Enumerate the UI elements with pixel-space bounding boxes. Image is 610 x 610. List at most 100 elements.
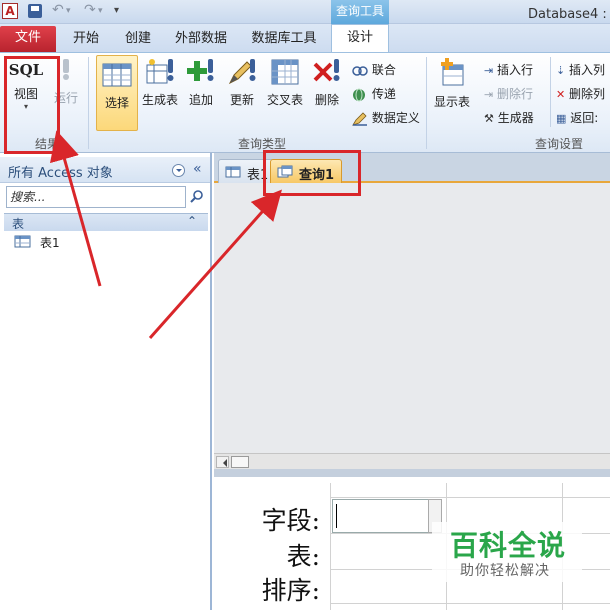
scroll-left-icon[interactable]: [216, 456, 229, 468]
customize-quick-access-icon[interactable]: ▾: [114, 5, 119, 16]
title-bar: A ↶ ▾ ↷ ▾ ▾ 查询工具 Database4 : 数: [0, 0, 610, 24]
field-cell-input[interactable]: [332, 499, 430, 533]
builder-button[interactable]: ⚒ 生成器: [484, 109, 534, 126]
select-query-button[interactable]: 选择: [96, 55, 138, 131]
table-icon: [225, 166, 241, 178]
query-tools-context-label: 查询工具: [331, 0, 389, 24]
annotation-box-view: [4, 56, 60, 154]
delete-rows-label: 删除行: [497, 87, 534, 101]
ribbon-separator: [88, 57, 89, 149]
delete-columns-button[interactable]: ✕ 删除列: [556, 85, 605, 102]
pane-splitter[interactable]: [214, 469, 610, 477]
insert-rows-icon: ⇥: [484, 64, 494, 77]
window-title: Database4 : 数: [528, 7, 610, 22]
redo-icon[interactable]: ↷: [84, 2, 96, 18]
nav-group-tables[interactable]: 表 ⌃: [4, 213, 208, 231]
append-button[interactable]: 追加: [184, 57, 218, 127]
data-definition-button[interactable]: 数据定义: [352, 109, 420, 126]
search-icon[interactable]: [190, 189, 204, 203]
tab-create[interactable]: 创建: [118, 28, 158, 52]
insert-rows-button[interactable]: ⇥ 插入行: [484, 61, 533, 78]
chevron-up-icon[interactable]: ⌃: [187, 214, 197, 228]
select-query-icon: [102, 63, 132, 87]
delete-rows-button[interactable]: ⇥ 删除行: [484, 85, 533, 102]
watermark-subtitle: 助你轻松解决: [460, 563, 550, 579]
query-setup-group-label: 查询设置: [534, 137, 583, 151]
make-table-label: 生成表: [141, 93, 178, 107]
redo-dropdown-icon[interactable]: ▾: [98, 6, 103, 16]
return-label: 返回:: [570, 111, 599, 125]
select-label: 选择: [104, 96, 129, 110]
text-cursor: [336, 504, 337, 528]
builder-wand-icon: ⚒: [484, 112, 494, 125]
update-button[interactable]: 更新: [224, 57, 260, 127]
nav-item-table1[interactable]: 表1: [14, 233, 164, 251]
nav-group-label: 表: [12, 217, 25, 231]
watermark-title: 百科全说: [450, 529, 567, 562]
delete-columns-icon: ✕: [556, 88, 566, 101]
save-icon[interactable]: [28, 4, 42, 18]
nav-search-input[interactable]: 搜索...: [6, 186, 186, 208]
globe-icon: [353, 88, 365, 101]
tab-external-data[interactable]: 外部数据: [170, 28, 232, 52]
crosstab-button[interactable]: 交叉表: [264, 57, 306, 127]
pass-through-button[interactable]: 传递: [352, 85, 396, 102]
crosstab-label: 交叉表: [266, 93, 303, 107]
update-label: 更新: [229, 93, 254, 107]
watermark: 百科全说 助你轻松解决: [432, 522, 582, 582]
return-icon: ▦: [556, 112, 567, 125]
tab-database-tools[interactable]: 数据库工具: [246, 28, 322, 52]
grid-line: [330, 603, 610, 604]
show-table-label: 显示表: [433, 95, 470, 109]
nav-menu-dropdown-icon[interactable]: [172, 164, 185, 177]
delete-rows-icon: ⇥: [484, 88, 494, 101]
crosstab-grid-icon: [271, 59, 299, 85]
ribbon-separator: [550, 57, 551, 127]
ribbon-separator: [426, 57, 427, 149]
insert-columns-label: 插入列: [569, 63, 606, 77]
make-table-icon: [146, 59, 174, 84]
grid-line: [330, 483, 331, 610]
delete-x-icon: [313, 59, 340, 82]
show-table-icon: [441, 58, 464, 86]
undo-icon[interactable]: ↶: [52, 2, 64, 18]
insert-columns-icon: ⇣: [556, 64, 566, 77]
append-plus-icon: [187, 59, 214, 81]
nav-item-label: 表1: [40, 236, 60, 250]
ribbon-tabs: 文件 开始 创建 外部数据 数据库工具 设计: [0, 24, 610, 53]
return-dropdown[interactable]: ▦ 返回:: [556, 109, 598, 126]
insert-rows-label: 插入行: [497, 63, 534, 77]
data-definition-label: 数据定义: [371, 111, 420, 125]
nav-pane-header[interactable]: 所有 Access 对象 «: [0, 157, 210, 183]
builder-label: 生成器: [497, 111, 534, 125]
grid-row-label-field: 字段:: [261, 506, 320, 535]
navigation-pane: 所有 Access 对象 « 搜索... 表 ⌃ 表1: [0, 153, 212, 610]
append-label: 追加: [188, 93, 213, 107]
pass-through-label: 传递: [371, 87, 396, 101]
union-label: 联合: [371, 63, 396, 77]
insert-columns-button[interactable]: ⇣ 插入列: [556, 61, 605, 78]
ribbon: SQL 视图 ▾ 运行 结果 选择 生成表 追加 更新 交叉表 删除 联合 传递…: [0, 52, 610, 153]
annotation-box-query-tab: [263, 150, 361, 196]
table-diagram-pane[interactable]: [214, 183, 610, 453]
grid-line: [330, 497, 610, 498]
tab-design[interactable]: 设计: [331, 24, 389, 53]
delete-query-button[interactable]: 删除: [310, 57, 344, 127]
tab-file[interactable]: 文件: [0, 26, 56, 52]
run-exclamation-icon: [63, 59, 69, 80]
delete-label: 删除: [314, 93, 339, 107]
show-table-button[interactable]: 显示表: [430, 57, 474, 127]
union-icon: [352, 65, 368, 76]
data-definition-icon: [352, 111, 367, 126]
scroll-thumb[interactable]: [231, 456, 249, 468]
grid-row-label-sort: 排序:: [261, 576, 320, 605]
undo-dropdown-icon[interactable]: ▾: [66, 6, 71, 16]
tab-home[interactable]: 开始: [66, 28, 106, 52]
horizontal-scrollbar[interactable]: [214, 453, 610, 469]
delete-columns-label: 删除列: [569, 87, 606, 101]
union-button[interactable]: 联合: [352, 61, 396, 78]
grid-row-label-table: 表:: [286, 542, 320, 571]
shutter-collapse-icon[interactable]: «: [193, 161, 202, 177]
make-table-button[interactable]: 生成表: [140, 57, 180, 127]
access-app-icon[interactable]: A: [2, 3, 18, 19]
